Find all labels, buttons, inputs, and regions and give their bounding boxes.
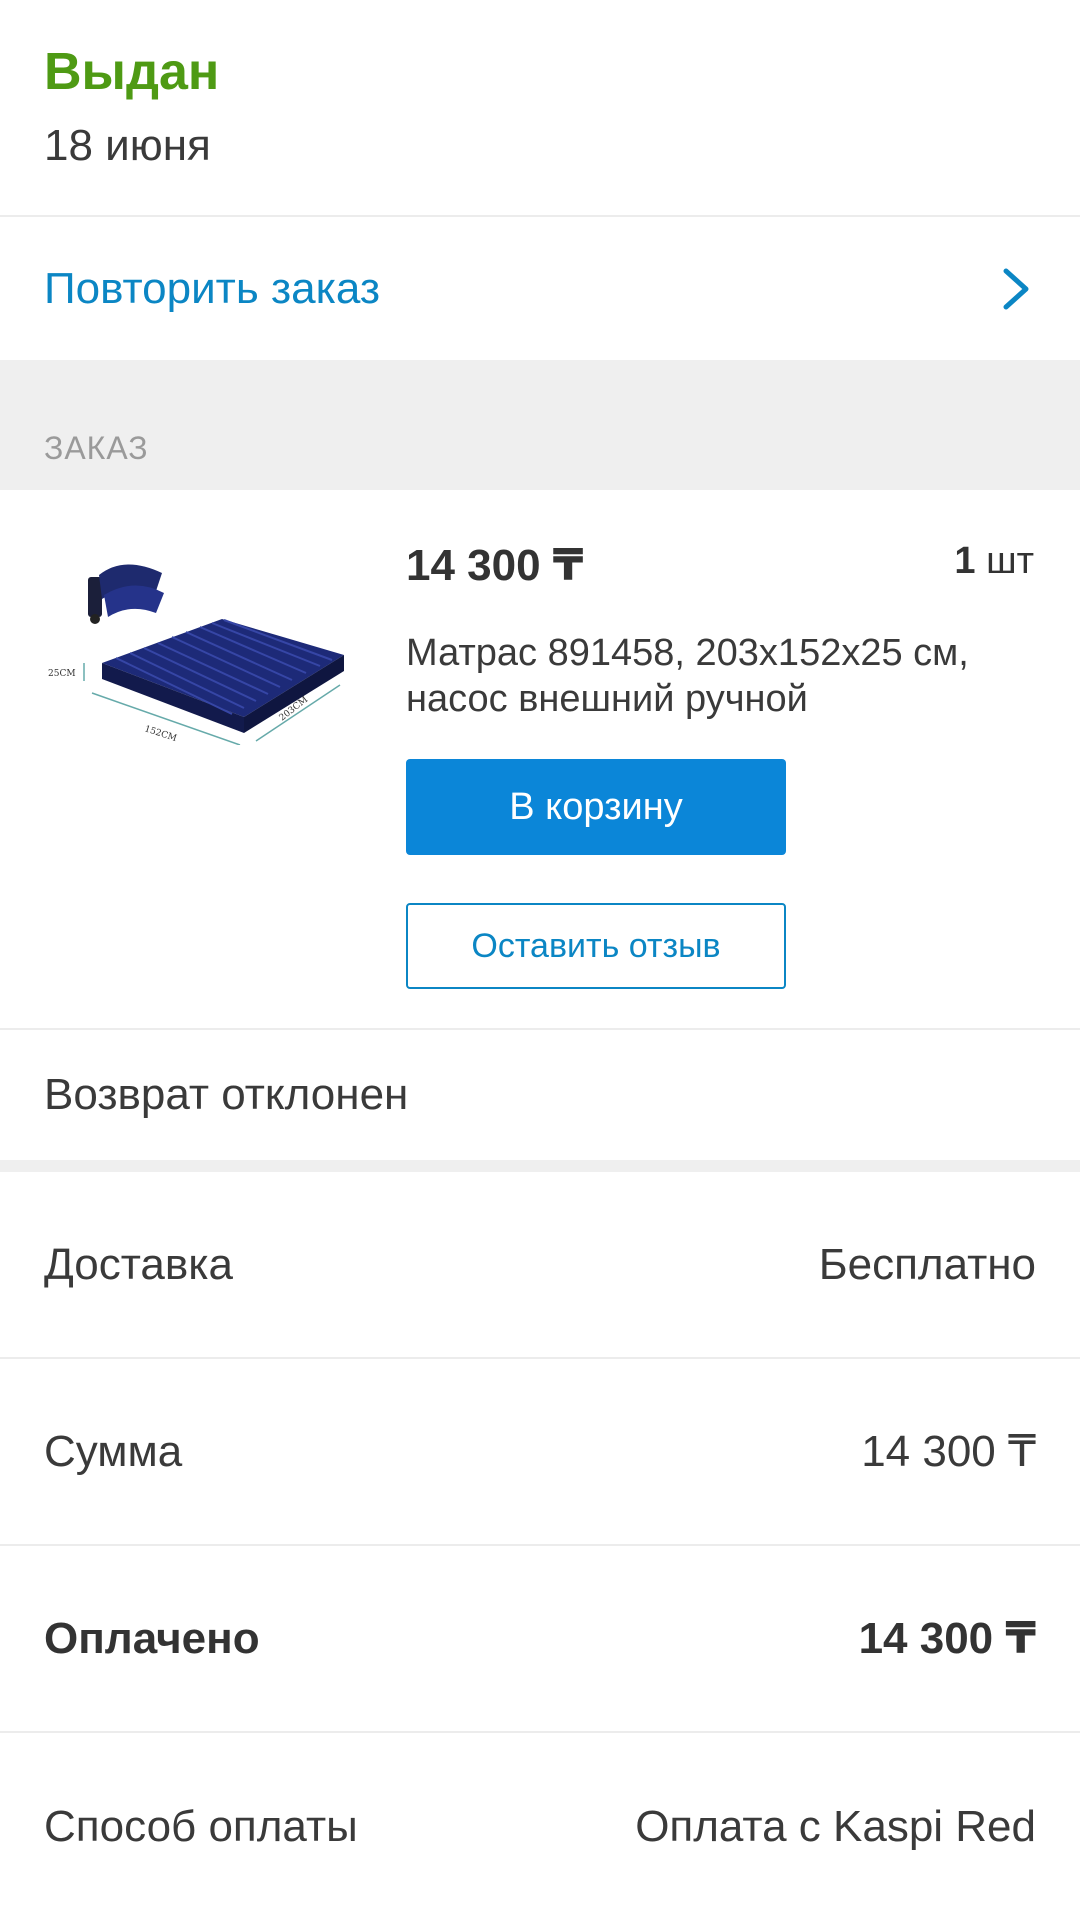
order-section-header: ЗАКАЗ (0, 360, 1080, 490)
repeat-order-label: Повторить заказ (44, 263, 380, 313)
product-name[interactable]: Матрас 891458, 203x152x25 см, насос внеш… (406, 630, 986, 722)
payment-method-value: Оплата с Kaspi Red (635, 1801, 1036, 1851)
delivery-label: Доставка (44, 1239, 233, 1289)
sum-label: Сумма (44, 1426, 183, 1476)
payment-method-label: Способ оплаты (44, 1801, 358, 1851)
image-height-label: 25CM (48, 669, 76, 679)
quantity-number: 1 (954, 540, 976, 582)
product-quantity: 1 шт (954, 540, 1034, 583)
sum-row: Сумма 14 300 ₸ (0, 1359, 1080, 1546)
leave-review-button[interactable]: Оставить отзыв (406, 903, 786, 989)
order-section-label: ЗАКАЗ (44, 430, 149, 466)
paid-label: Оплачено (44, 1613, 260, 1663)
image-width-label: 152CM (143, 724, 178, 744)
paid-row: Оплачено 14 300 ₸ (0, 1546, 1080, 1733)
product-item: 25CM 152CM 203CM 14 300 ₸ 1 шт Матрас 89… (0, 490, 1080, 1030)
sum-value: 14 300 ₸ (861, 1427, 1036, 1476)
order-status-date: 18 июня (44, 121, 211, 170)
return-status-text: Возврат отклонен (44, 1070, 409, 1119)
repeat-order-row[interactable]: Повторить заказ (0, 217, 1080, 360)
product-image[interactable]: 25CM 152CM 203CM (44, 545, 344, 745)
delivery-row: Доставка Бесплатно (0, 1172, 1080, 1359)
return-status-row: Возврат отклонен (0, 1030, 1080, 1172)
quantity-unit: шт (975, 540, 1034, 582)
chevron-right-icon (1003, 268, 1029, 309)
order-status-title: Выдан (44, 43, 220, 101)
paid-value: 14 300 ₸ (858, 1614, 1036, 1663)
product-price: 14 300 ₸ (406, 541, 584, 590)
order-status-block: Выдан 18 июня (0, 0, 1080, 217)
delivery-value: Бесплатно (818, 1239, 1036, 1289)
add-to-cart-button[interactable]: В корзину (406, 759, 786, 855)
payment-method-row: Способ оплаты Оплата с Kaspi Red (0, 1733, 1080, 1920)
